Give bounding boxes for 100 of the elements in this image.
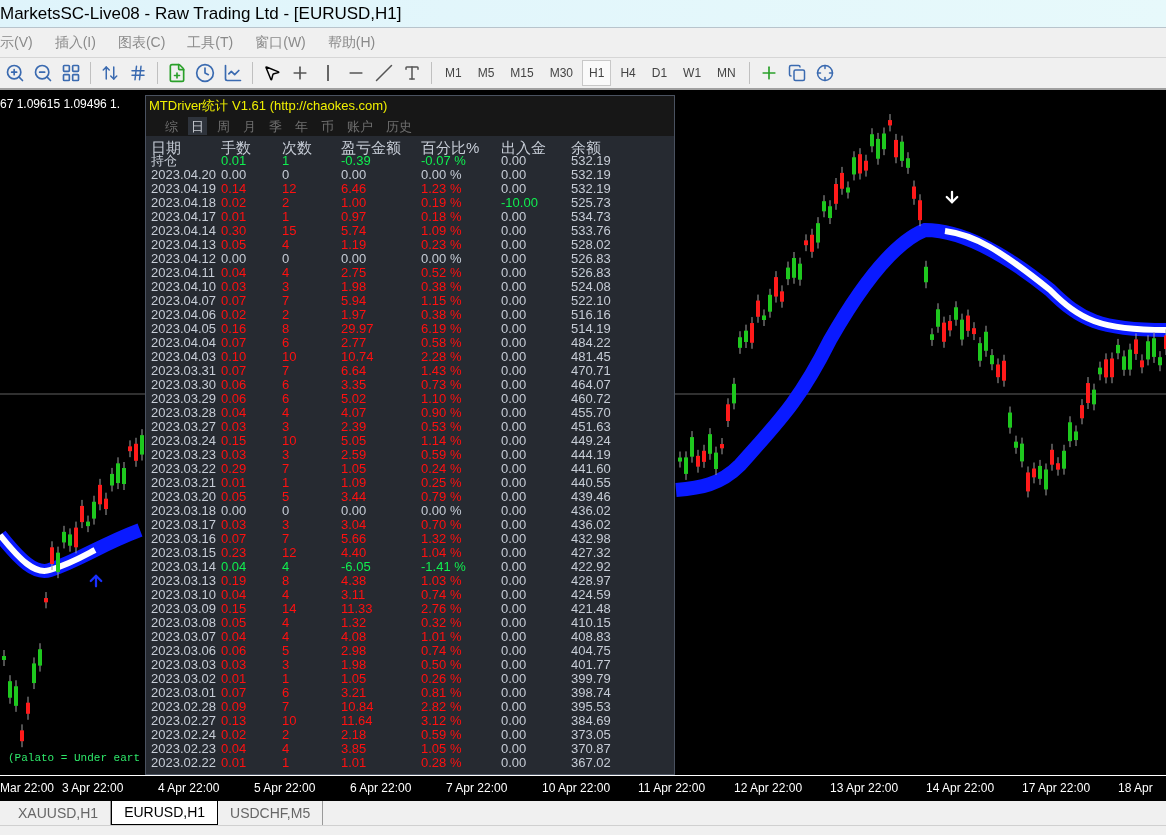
panel-tab[interactable]: 月 [240, 117, 259, 135]
table-cell-text: 10 [282, 434, 298, 448]
candlestick [1038, 459, 1042, 486]
candlestick [86, 515, 90, 533]
panel-tab[interactable]: 历史 [383, 117, 415, 135]
panel-tab[interactable]: 账户 [344, 117, 376, 135]
candlestick [936, 302, 940, 334]
candlestick [906, 151, 910, 175]
menu-item[interactable]: 示(V) [0, 32, 33, 53]
table-cell-text: 2023.04.03 [151, 350, 218, 364]
table-cell-text: 401.77 [571, 658, 612, 672]
menu-item[interactable]: 窗口(W) [255, 32, 306, 53]
table-cell-text: 1 [282, 210, 291, 224]
table-cell-text: 1.09 [341, 476, 368, 490]
table-cell-text: 2023.03.09 [151, 602, 218, 616]
candlestick [1014, 435, 1018, 455]
table-cell-text: 410.15 [571, 616, 612, 630]
window-title: MarketsSC-Live08 - Raw Trading Ltd - [EURUSD,H1] [0, 2, 402, 25]
table-cell-text: 0.00 [501, 602, 528, 616]
table-cell-text: 0.59 % [421, 728, 463, 742]
panel-tab[interactable]: 综 [162, 117, 181, 135]
timeframe-button[interactable]: M5 [470, 60, 502, 86]
table-cell-text: 460.72 [571, 392, 612, 406]
panel-title: MTDriver统计 V1.61 (http://chaokes.com) [149, 97, 388, 116]
panel-tab[interactable]: 币 [318, 117, 337, 135]
table-cell-text: 7 [282, 364, 291, 378]
table-cell-text: 2023.04.06 [151, 308, 218, 322]
time-axis-label: 18 Apr [1118, 779, 1154, 797]
table-cell-text: 534.73 [571, 210, 612, 224]
table-cell-text: 436.02 [571, 504, 612, 518]
timeframe-button[interactable]: M15 [503, 60, 541, 86]
table-cell-text: 0.70 % [421, 518, 463, 532]
table-cell-text: 0.00 [501, 756, 528, 770]
table-cell-text: 0.06 [221, 378, 248, 392]
table-cell-text: 0.01 [221, 672, 248, 686]
timeframe-button[interactable]: H1 [582, 60, 612, 86]
table-cell-text: 533.76 [571, 224, 612, 238]
table-cell-text: 1.19 [341, 238, 368, 252]
table-cell-text: 2023.02.24 [151, 728, 218, 742]
table-cell-text: 404.75 [571, 644, 612, 658]
table-cell-text: 0.13 [221, 714, 248, 728]
table-cell-text: 2023.03.13 [151, 574, 218, 588]
candlestick [750, 316, 754, 350]
table-cell-text: 0.00 [501, 406, 528, 420]
table-cell-text: 0.00 [501, 658, 528, 672]
table-cell-text: 2023.04.17 [151, 210, 218, 224]
table-cell-text: 0.04 [221, 560, 248, 574]
candlestick [900, 135, 904, 168]
table-cell-text: 6 [282, 378, 291, 392]
table-cell-text: 3 [282, 280, 291, 294]
table-cell-text: 2023.04.04 [151, 336, 218, 350]
timeframe-button[interactable]: W1 [676, 60, 709, 86]
candlestick [678, 451, 682, 469]
table-cell-text: 12 [282, 546, 298, 560]
timeframe-button[interactable]: M1 [438, 60, 469, 86]
table-cell-text: 0.14 [221, 182, 248, 196]
table-cell-text: 0.00 [341, 252, 368, 266]
candlestick [720, 437, 724, 455]
column-header: 余额 [571, 140, 601, 156]
table-cell-text: 2023.04.12 [151, 252, 218, 266]
candlestick [774, 270, 778, 304]
table-cell-text: 1 [282, 154, 290, 168]
candlestick [708, 427, 712, 461]
table-cell-text: 0.09 [221, 700, 248, 714]
table-cell-text: 0.00 [501, 294, 528, 308]
chart-tab[interactable]: USDCHF,M5 [218, 801, 324, 825]
menu-item[interactable]: 工具(T) [187, 32, 234, 53]
menu-item[interactable]: 帮助(H) [327, 32, 376, 53]
panel-tab[interactable]: 周 [214, 117, 233, 135]
table-cell-text: 0.00 [501, 616, 528, 630]
table-cell-text: 4.40 [341, 546, 368, 560]
table-cell-text: 1.23 % [421, 182, 463, 196]
table-cell-text: 3.21 [341, 686, 368, 700]
candlestick [1098, 361, 1102, 381]
time-axis-label: 5 Apr 22:00 [254, 779, 317, 797]
table-cell-text: 370.87 [571, 742, 612, 756]
candlestick [44, 591, 48, 609]
table-cell-text: 0.00 [221, 168, 248, 182]
chart-tab[interactable]: EURUSD,H1 [111, 801, 219, 825]
timeframe-button[interactable]: D1 [644, 60, 675, 86]
table-cell-text: 0.00 [501, 434, 528, 448]
table-cell-text: 0.06 [221, 644, 248, 658]
panel-tab[interactable]: 年 [292, 117, 311, 135]
table-cell-text: 0.97 [341, 210, 368, 224]
table-cell-text: 516.16 [571, 308, 612, 322]
table-cell-text: 0.00 [501, 420, 528, 434]
menu-item[interactable]: 图表(C) [117, 32, 166, 53]
table-cell-text: 0.00 [341, 504, 368, 518]
timeframe-button[interactable]: MN [710, 60, 743, 86]
table-cell-text: 1.32 % [421, 532, 463, 546]
panel-tab[interactable]: 季 [266, 117, 285, 135]
table-cell-text: 0.00 [501, 238, 528, 252]
candlestick [1152, 331, 1156, 364]
table-cell-text: 0.02 [221, 196, 248, 210]
table-cell-text: 532.19 [571, 168, 612, 182]
timeframe-button[interactable]: M30 [542, 60, 581, 86]
menu-item[interactable]: 插入(I) [54, 32, 96, 53]
panel-tab[interactable]: 日 [188, 117, 207, 135]
table-cell-text: 1.14 % [421, 434, 463, 448]
timeframe-button[interactable]: H4 [613, 60, 643, 86]
